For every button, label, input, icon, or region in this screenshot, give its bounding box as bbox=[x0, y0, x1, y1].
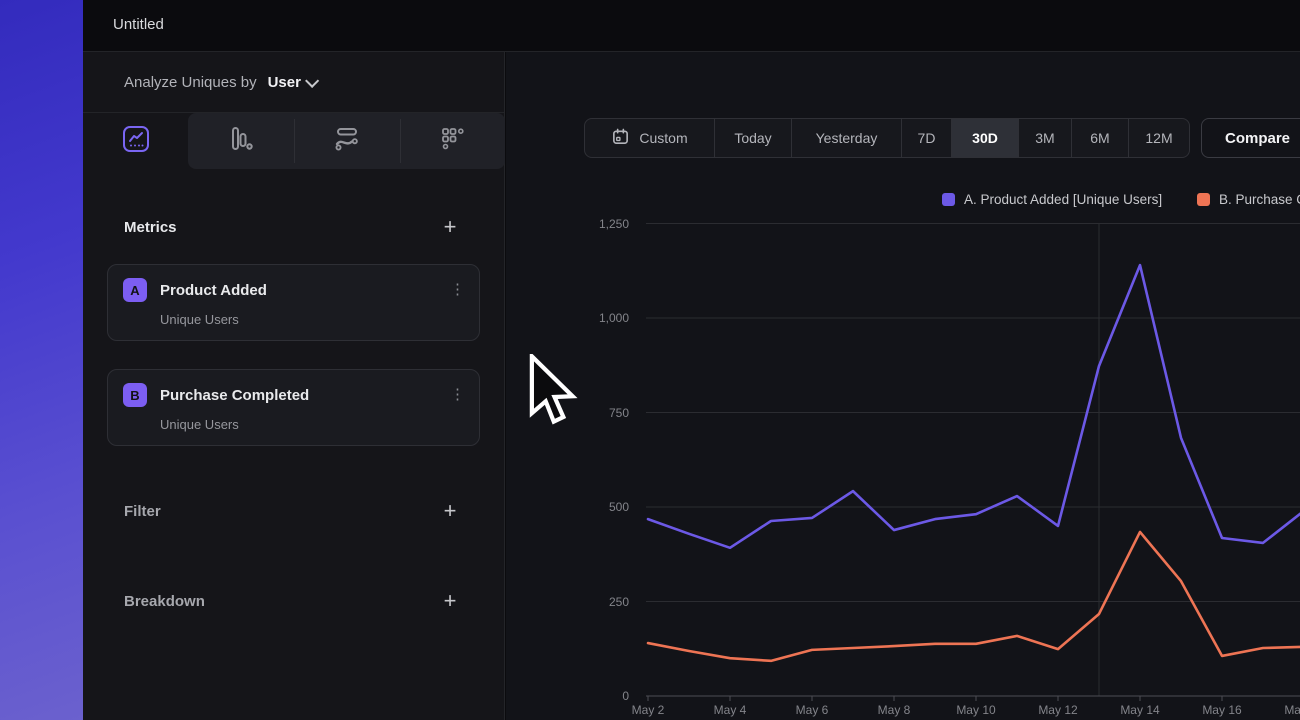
plus-icon: + bbox=[444, 498, 457, 523]
series-line bbox=[648, 532, 1300, 661]
tab-funnels[interactable] bbox=[188, 113, 293, 169]
chart-panel: Custom Today Yesterday 7D 30D 3M 6M 12M … bbox=[506, 52, 1300, 720]
x-axis-tick-label: May 4 bbox=[702, 703, 758, 717]
line-chart-icon bbox=[122, 125, 150, 158]
query-builder-panel: Analyze Uniques by User bbox=[83, 52, 505, 720]
y-axis-tick-label: 0 bbox=[506, 689, 629, 703]
x-axis-tick-label: May 8 bbox=[866, 703, 922, 717]
more-options-icon[interactable]: ⋮ bbox=[450, 287, 464, 293]
metrics-section-title: Metrics bbox=[124, 219, 177, 236]
y-axis-tick-label: 250 bbox=[506, 595, 629, 609]
chevron-down-icon bbox=[305, 73, 319, 87]
plus-icon: + bbox=[444, 214, 457, 239]
metric-badge: B bbox=[123, 383, 147, 407]
y-axis-tick-label: 1,000 bbox=[506, 311, 629, 325]
analyze-by-value: User bbox=[268, 74, 301, 91]
tab-flows[interactable] bbox=[294, 113, 399, 169]
x-axis-tick-label: May 14 bbox=[1112, 703, 1168, 717]
analyze-prefix-label: Analyze Uniques by bbox=[124, 74, 257, 91]
metric-subtitle: Unique Users bbox=[160, 312, 464, 327]
metric-name: Purchase Completed bbox=[160, 387, 450, 404]
app-window: Untitled Analyze Uniques by User bbox=[0, 0, 1300, 720]
breakdown-section-title: Breakdown bbox=[124, 593, 205, 610]
top-bar: Untitled bbox=[83, 0, 1300, 52]
analyze-by-dropdown[interactable]: User bbox=[268, 74, 315, 91]
metric-subtitle: Unique Users bbox=[160, 417, 464, 432]
flows-icon bbox=[332, 125, 362, 158]
metric-card[interactable]: B Purchase Completed ⋮ Unique Users bbox=[107, 369, 480, 446]
tab-retention[interactable] bbox=[400, 113, 505, 169]
x-axis-tick-label: May 10 bbox=[948, 703, 1004, 717]
analyze-header-row: Analyze Uniques by User bbox=[83, 52, 504, 113]
document-title: Untitled bbox=[113, 16, 164, 33]
plus-icon: + bbox=[444, 588, 457, 613]
filter-section-title: Filter bbox=[124, 503, 161, 520]
x-axis-tick-label: May 12 bbox=[1030, 703, 1086, 717]
retention-grid-icon bbox=[439, 125, 467, 158]
more-options-icon[interactable]: ⋮ bbox=[450, 392, 464, 398]
metric-card[interactable]: A Product Added ⋮ Unique Users bbox=[107, 264, 480, 341]
y-axis-tick-label: 1,250 bbox=[506, 217, 629, 231]
y-axis-tick-label: 500 bbox=[506, 500, 629, 514]
brand-gradient-strip bbox=[0, 0, 83, 720]
series-line bbox=[648, 265, 1300, 548]
metric-badge: A bbox=[123, 278, 147, 302]
tab-insights[interactable] bbox=[83, 113, 188, 169]
x-axis-tick-label: May 18 bbox=[1276, 703, 1300, 717]
x-axis-tick-label: May 6 bbox=[784, 703, 840, 717]
metric-name: Product Added bbox=[160, 282, 450, 299]
line-chart[interactable] bbox=[506, 52, 1300, 720]
chart-type-tabs bbox=[83, 113, 504, 169]
x-axis-tick-label: May 16 bbox=[1194, 703, 1250, 717]
bar-chart-icon bbox=[227, 125, 255, 158]
add-breakdown-button[interactable]: + bbox=[439, 591, 461, 613]
y-axis-tick-label: 750 bbox=[506, 406, 629, 420]
x-axis-tick-label: May 2 bbox=[620, 703, 676, 717]
add-metric-button[interactable]: + bbox=[439, 217, 461, 239]
add-filter-button[interactable]: + bbox=[439, 501, 461, 523]
